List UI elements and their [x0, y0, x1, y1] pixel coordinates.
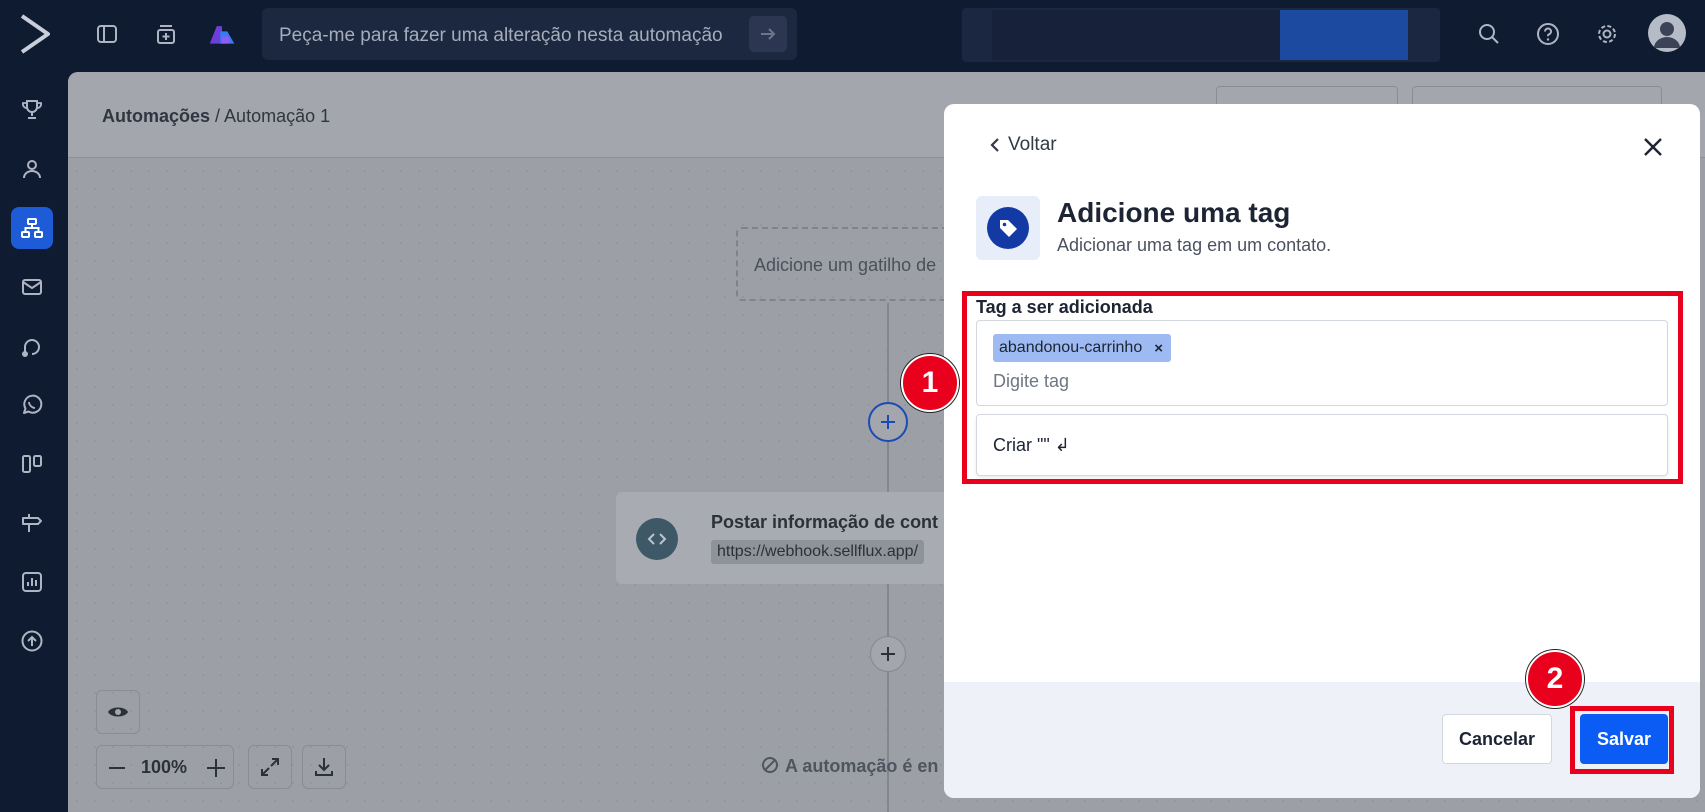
sidebar-item-contacts[interactable]	[11, 148, 53, 190]
blurred-block	[992, 10, 1280, 60]
left-sidebar	[0, 70, 64, 812]
highlight-tag-field	[962, 291, 1683, 484]
avatar[interactable]	[1648, 14, 1686, 52]
add-step-button[interactable]	[870, 636, 906, 672]
add-trigger-placeholder[interactable]: Adicione um gatilho de	[736, 227, 966, 301]
tag-icon	[987, 207, 1029, 249]
breadcrumb: Automações / Automação 1	[102, 106, 330, 127]
flow-connector	[887, 672, 889, 812]
node-url: https://webhook.sellflux.app/	[711, 540, 925, 564]
back-button[interactable]: Voltar	[988, 134, 1057, 156]
close-icon[interactable]	[1640, 134, 1666, 160]
zoom-out-icon[interactable]	[107, 758, 127, 778]
flow-icon	[21, 218, 43, 238]
modal-title: Adicione uma tag	[1057, 197, 1291, 228]
crm-icon	[22, 339, 40, 357]
sidebar-item-upgrade[interactable]	[11, 620, 53, 662]
sidebar-item-board[interactable]	[11, 443, 53, 485]
sidebar-item-crm[interactable]	[11, 325, 53, 367]
breadcrumb-root[interactable]: Automações	[102, 106, 210, 126]
report-icon	[22, 572, 42, 592]
search-icon[interactable]	[1475, 20, 1503, 48]
expand-icon	[261, 758, 279, 776]
fullscreen-button[interactable]	[248, 745, 292, 789]
flow-connector	[887, 584, 889, 636]
whatsapp-icon	[23, 394, 43, 414]
ai-send-button[interactable]	[749, 16, 787, 52]
trophy-icon	[22, 100, 42, 119]
breadcrumb-separator: /	[210, 106, 225, 126]
blurred-toolbar-region	[962, 8, 1440, 62]
add-trigger-label: Adicione um gatilho de	[754, 255, 937, 275]
gear-icon[interactable]	[1593, 20, 1621, 48]
sidebar-toggle-icon[interactable]	[93, 20, 121, 48]
zoom-level: 100%	[141, 757, 188, 777]
highlight-save-button	[1570, 706, 1674, 774]
action-icon-container	[976, 196, 1040, 260]
arrow-right-icon	[761, 28, 776, 40]
user-icon	[23, 160, 41, 179]
download-icon	[315, 758, 333, 776]
sidebar-item-email[interactable]	[11, 266, 53, 308]
chevron-left-icon	[990, 138, 999, 152]
sidebar-item-automations[interactable]	[11, 207, 53, 249]
automation-status: A automação é en	[761, 756, 938, 777]
upload-icon	[21, 630, 43, 652]
step-badge-1: 1	[901, 354, 959, 412]
sidebar-item-signpost[interactable]	[11, 502, 53, 544]
help-icon[interactable]	[1534, 20, 1562, 48]
modal-subtitle: Adicionar uma tag em um contato.	[1057, 235, 1332, 255]
sidebar-item-reports[interactable]	[11, 561, 53, 603]
zoom-control: 100%	[96, 745, 234, 789]
plus-icon	[881, 647, 895, 661]
blurred-highlight-block	[1280, 10, 1408, 60]
code-icon	[636, 518, 678, 560]
automation-status-text: A automação é en	[785, 756, 939, 776]
zoom-in-icon[interactable]	[205, 757, 227, 779]
add-step-button[interactable]	[868, 402, 908, 442]
ai-prompt-box[interactable]: Peça-me para fazer uma alteração nesta a…	[262, 8, 797, 60]
mail-icon	[22, 279, 42, 295]
sidebar-item-whatsapp[interactable]	[11, 384, 53, 426]
app-logo-icon[interactable]	[18, 14, 52, 54]
node-title: Postar informação de cont	[711, 512, 939, 532]
step-badge-2: 2	[1526, 650, 1584, 708]
sidebar-item-trophy[interactable]	[11, 89, 53, 131]
user-avatar-icon	[1654, 22, 1680, 48]
flow-connector	[887, 442, 889, 492]
top-bar: Peça-me para fazer uma alteração nesta a…	[0, 0, 1705, 70]
ai-prompt-placeholder[interactable]: Peça-me para fazer uma alteração nesta a…	[279, 25, 723, 47]
workspace-logo-icon[interactable]	[208, 20, 236, 48]
back-label: Voltar	[1008, 134, 1057, 155]
eye-icon	[108, 707, 128, 717]
signpost-icon	[22, 514, 42, 532]
board-icon	[22, 455, 42, 473]
breadcrumb-current: Automação 1	[224, 106, 331, 126]
blocked-icon	[762, 757, 778, 773]
cancel-button[interactable]: Cancelar	[1442, 714, 1552, 764]
download-button[interactable]	[302, 745, 346, 789]
preview-button[interactable]	[96, 690, 140, 734]
add-package-icon[interactable]	[152, 20, 180, 48]
plus-icon	[881, 415, 895, 429]
webhook-node[interactable]: Postar informação de cont https://webhoo…	[616, 492, 966, 584]
